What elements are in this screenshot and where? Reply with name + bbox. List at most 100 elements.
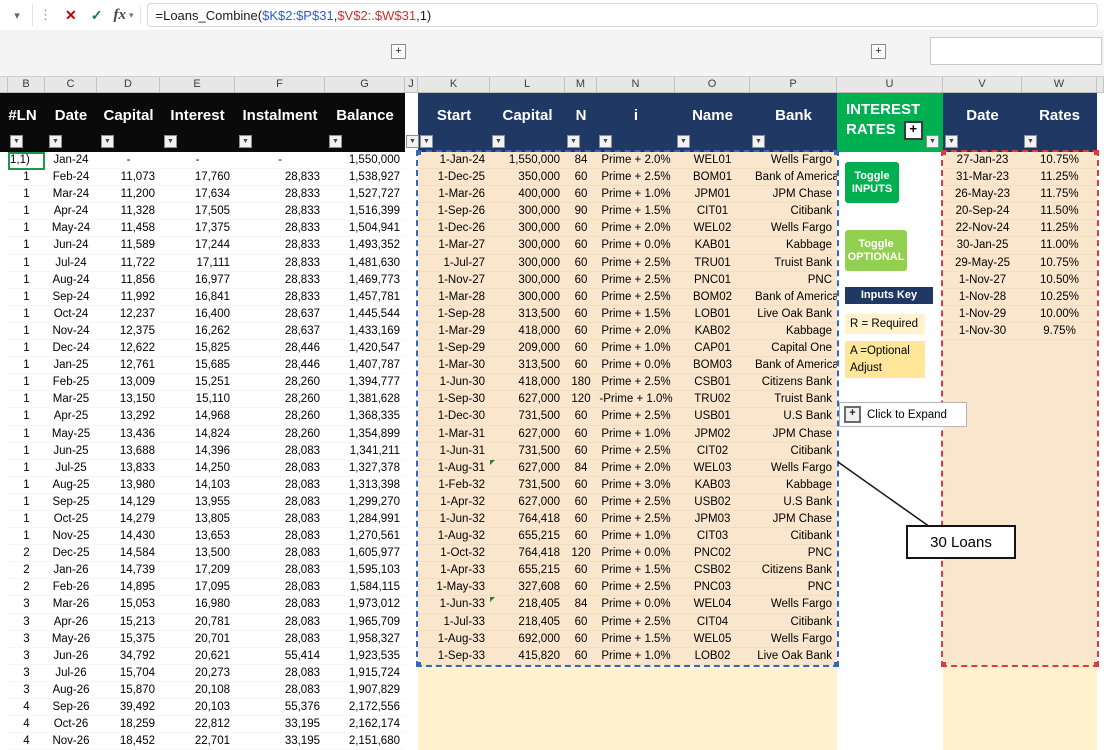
cell[interactable]: 1-Apr-33 <box>418 562 490 579</box>
cell[interactable]: 1,595,103 <box>325 562 405 579</box>
cell[interactable]: 1-Jul-27 <box>418 255 490 272</box>
column-header-letter-w[interactable]: W <box>1022 77 1097 92</box>
column-header-letter-o[interactable]: O <box>675 77 750 92</box>
cell[interactable]: 28,446 <box>235 340 325 357</box>
cell[interactable]: Truist Bank <box>750 255 837 272</box>
cell[interactable]: 1,299,270 <box>325 494 405 511</box>
cell[interactable]: Prime + 0.0% <box>597 596 675 613</box>
cell[interactable]: 1 <box>8 511 45 528</box>
cell[interactable]: PNC02 <box>675 545 750 562</box>
cell[interactable]: JPM Chase <box>750 186 837 203</box>
cell[interactable]: - <box>97 152 160 169</box>
cell[interactable]: Nov-25 <box>45 528 97 545</box>
cell[interactable]: 22,812 <box>160 716 235 733</box>
cell[interactable]: 1,538,927 <box>325 169 405 186</box>
cell[interactable]: 1,407,787 <box>325 357 405 374</box>
cell[interactable]: 1-May-33 <box>418 579 490 596</box>
cell[interactable]: 13,009 <box>97 374 160 391</box>
click-to-expand-button[interactable]: + Click to Expand <box>839 402 967 427</box>
filter-button[interactable]: ▼ <box>926 135 939 148</box>
cell[interactable]: 15,053 <box>97 596 160 613</box>
cell[interactable]: Citizens Bank <box>750 374 837 391</box>
cell[interactable]: 28,083 <box>235 614 325 631</box>
cell[interactable]: Live Oak Bank <box>750 306 837 323</box>
cell[interactable]: 11,856 <box>97 272 160 289</box>
cell[interactable]: Prime + 2.0% <box>597 220 675 237</box>
cell[interactable]: 300,000 <box>490 255 565 272</box>
cell[interactable]: 10.25% <box>1022 289 1097 306</box>
cell[interactable]: 14,279 <box>97 511 160 528</box>
cell[interactable]: 15,685 <box>160 357 235 374</box>
cell[interactable]: 14,584 <box>97 545 160 562</box>
column-header-letter-l[interactable]: L <box>490 77 565 92</box>
cell[interactable]: 14,103 <box>160 477 235 494</box>
cell[interactable]: 11.25% <box>1022 169 1097 186</box>
cell[interactable]: May-24 <box>45 220 97 237</box>
cell[interactable]: WEL05 <box>675 631 750 648</box>
cell[interactable]: 400,000 <box>490 186 565 203</box>
cell[interactable]: Citibank <box>750 528 837 545</box>
cell[interactable]: 28,083 <box>235 460 325 477</box>
enter-button[interactable]: ✓ <box>84 7 110 24</box>
cell[interactable]: 1,270,561 <box>325 528 405 545</box>
cell[interactable]: TRU01 <box>675 255 750 272</box>
insert-function-button[interactable]: fx ▾ <box>109 7 140 24</box>
filter-button[interactable]: ▼ <box>567 135 580 148</box>
cell[interactable]: 627,000 <box>490 494 565 511</box>
expand-column-group-button-1[interactable]: + <box>391 44 406 59</box>
cell[interactable]: WEL02 <box>675 220 750 237</box>
cell[interactable]: U.S Bank <box>750 494 837 511</box>
cell[interactable]: Prime + 2.5% <box>597 272 675 289</box>
cell[interactable]: 764,418 <box>490 545 565 562</box>
cell[interactable]: 16,980 <box>160 596 235 613</box>
cell[interactable]: 28,833 <box>235 203 325 220</box>
cell[interactable]: 10.75% <box>1022 255 1097 272</box>
cell[interactable]: 28,083 <box>235 545 325 562</box>
cell[interactable]: 60 <box>565 340 597 357</box>
cell[interactable]: 1 <box>8 391 45 408</box>
cell[interactable]: WEL04 <box>675 596 750 613</box>
cell[interactable]: JPM01 <box>675 186 750 203</box>
filter-button[interactable]: ▼ <box>49 135 62 148</box>
cell[interactable]: 11.50% <box>1022 203 1097 220</box>
cell[interactable]: 1-Nov-28 <box>943 289 1022 306</box>
cell[interactable]: Prime + 2.5% <box>597 511 675 528</box>
cell[interactable]: 4 <box>8 733 45 750</box>
cell[interactable]: 28,083 <box>235 511 325 528</box>
cell[interactable]: 1 <box>8 306 45 323</box>
cell[interactable]: 14,396 <box>160 443 235 460</box>
cell[interactable]: 1 <box>8 374 45 391</box>
cell[interactable]: 10.00% <box>1022 306 1097 323</box>
cell[interactable]: 20,621 <box>160 648 235 665</box>
cell[interactable]: 627,000 <box>490 391 565 408</box>
column-header-letter-b[interactable]: B <box>8 77 45 92</box>
cell[interactable]: 14,430 <box>97 528 160 545</box>
cell[interactable]: 60 <box>565 169 597 186</box>
cell[interactable]: Prime + 0.0% <box>597 545 675 562</box>
cell[interactable]: 120 <box>565 391 597 408</box>
cell[interactable]: 12,622 <box>97 340 160 357</box>
cell[interactable]: 20,103 <box>160 699 235 716</box>
cell[interactable]: 1-Aug-33 <box>418 631 490 648</box>
cell[interactable]: 27-Jan-23 <box>943 152 1022 169</box>
cell[interactable]: 1,327,378 <box>325 460 405 477</box>
column-header-letter-k[interactable]: K <box>418 77 490 92</box>
cell[interactable]: 30-Jan-25 <box>943 237 1022 254</box>
cell[interactable]: 415,820 <box>490 648 565 665</box>
cell[interactable]: 1-Nov-27 <box>418 272 490 289</box>
cell[interactable]: 14,250 <box>160 460 235 477</box>
cell[interactable]: 60 <box>565 306 597 323</box>
cell[interactable]: 1,550,000 <box>325 152 405 169</box>
cell[interactable]: 1 <box>8 443 45 460</box>
cell[interactable]: May-26 <box>45 631 97 648</box>
cell[interactable]: 26-May-23 <box>943 186 1022 203</box>
cell[interactable]: Kabbage <box>750 323 837 340</box>
cell[interactable]: 1,381,628 <box>325 391 405 408</box>
column-header-sliver[interactable] <box>1097 77 1104 92</box>
cell[interactable]: Sep-25 <box>45 494 97 511</box>
cell[interactable]: Wells Fargo <box>750 220 837 237</box>
cell[interactable]: 10.75% <box>1022 152 1097 169</box>
cell[interactable]: 28,833 <box>235 169 325 186</box>
cell[interactable]: 627,000 <box>490 426 565 443</box>
cell[interactable]: CIT02 <box>675 443 750 460</box>
